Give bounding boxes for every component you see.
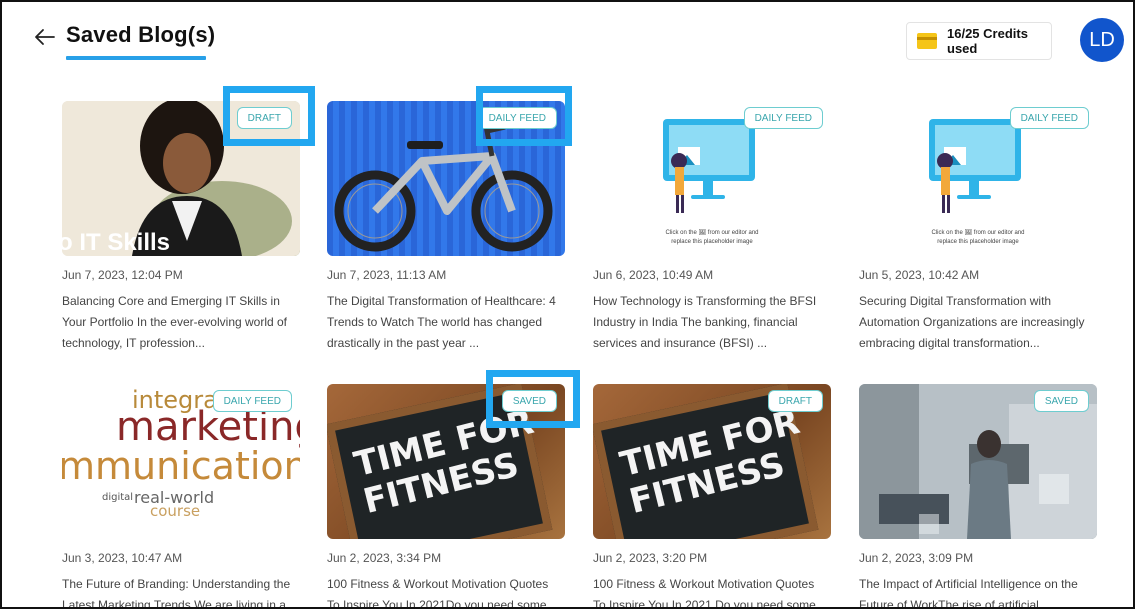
- placeholder-caption: Click on the 🖼 from our editor and repla…: [665, 230, 759, 245]
- blog-thumbnail: Click on the 🖼 from our editor and repla…: [593, 101, 831, 256]
- status-badge: DRAFT: [236, 107, 292, 129]
- thumbnail-caption: o IT Skills: [62, 229, 171, 256]
- blog-thumbnail: TIME FOR FITNESS DRAFT: [593, 384, 831, 539]
- placeholder-caption: Click on the 🖼 from our editor and repla…: [931, 230, 1025, 245]
- blog-card[interactable]: DAILY FEED Jun 7, 2023, 11:13 AM The Dig…: [327, 101, 567, 350]
- blog-card[interactable]: integrate marketing mmunication real-wor…: [62, 384, 302, 607]
- blog-card[interactable]: o IT Skills DRAFT Jun 7, 2023, 12:04 PM …: [62, 101, 302, 350]
- blog-date: Jun 2, 2023, 3:20 PM: [593, 551, 708, 565]
- blog-thumbnail: o IT Skills DRAFT: [62, 101, 300, 256]
- blog-thumbnail: SAVED: [859, 384, 1097, 539]
- blog-card[interactable]: TIME FOR FITNESS SAVED Jun 2, 2023, 3:34…: [327, 384, 567, 607]
- word-cloud-word: digital: [102, 492, 134, 503]
- blog-card[interactable]: SAVED Jun 2, 2023, 3:09 PM The Impact of…: [859, 384, 1099, 607]
- blog-date: Jun 2, 2023, 3:09 PM: [859, 551, 974, 565]
- app-frame: Saved Blog(s) 16/25 Credits used LD o IT…: [0, 0, 1135, 609]
- blog-card[interactable]: Click on the 🖼 from our editor and repla…: [859, 101, 1099, 350]
- status-badge: SAVED: [1033, 390, 1089, 412]
- blog-grid: o IT Skills DRAFT Jun 7, 2023, 12:04 PM …: [2, 2, 1133, 607]
- blog-thumbnail: TIME FOR FITNESS SAVED: [327, 384, 565, 539]
- blog-snippet: How Technology is Transforming the BFSI …: [593, 294, 817, 350]
- status-badge: DRAFT: [767, 390, 823, 412]
- blog-snippet: Securing Digital Transformation with Aut…: [859, 294, 1085, 350]
- blog-date: Jun 3, 2023, 10:47 AM: [62, 551, 183, 565]
- word-cloud-word: mmunication: [62, 444, 300, 488]
- blog-card[interactable]: TIME FOR FITNESS DRAFT Jun 2, 2023, 3:20…: [593, 384, 833, 607]
- blog-thumbnail: DAILY FEED: [327, 101, 565, 256]
- status-badge: SAVED: [501, 390, 557, 412]
- status-badge: DAILY FEED: [743, 107, 823, 129]
- blog-snippet: 100 Fitness & Workout Motivation Quotes …: [327, 577, 549, 609]
- blog-date: Jun 7, 2023, 11:13 AM: [327, 268, 447, 282]
- blog-thumbnail: Click on the 🖼 from our editor and repla…: [859, 101, 1097, 256]
- blog-snippet: The Digital Transformation of Healthcare…: [327, 294, 556, 350]
- status-badge: DAILY FEED: [212, 390, 292, 412]
- blog-date: Jun 5, 2023, 10:42 AM: [859, 268, 980, 282]
- blog-thumbnail: integrate marketing mmunication real-wor…: [62, 384, 300, 539]
- blog-snippet: The Impact of Artificial Intelligence on…: [859, 577, 1078, 609]
- blog-snippet: Balancing Core and Emerging IT Skills in…: [62, 294, 288, 350]
- status-badge: DAILY FEED: [477, 107, 557, 129]
- blog-date: Jun 6, 2023, 10:49 AM: [593, 268, 714, 282]
- blog-date: Jun 7, 2023, 12:04 PM: [62, 268, 183, 282]
- blog-card[interactable]: Click on the 🖼 from our editor and repla…: [593, 101, 833, 350]
- blog-snippet: The Future of Branding: Understanding th…: [62, 577, 291, 609]
- word-cloud-word: course: [150, 502, 201, 520]
- blog-date: Jun 2, 2023, 3:34 PM: [327, 551, 442, 565]
- blog-snippet: 100 Fitness & Workout Motivation Quotes …: [593, 577, 816, 609]
- status-badge: DAILY FEED: [1009, 107, 1089, 129]
